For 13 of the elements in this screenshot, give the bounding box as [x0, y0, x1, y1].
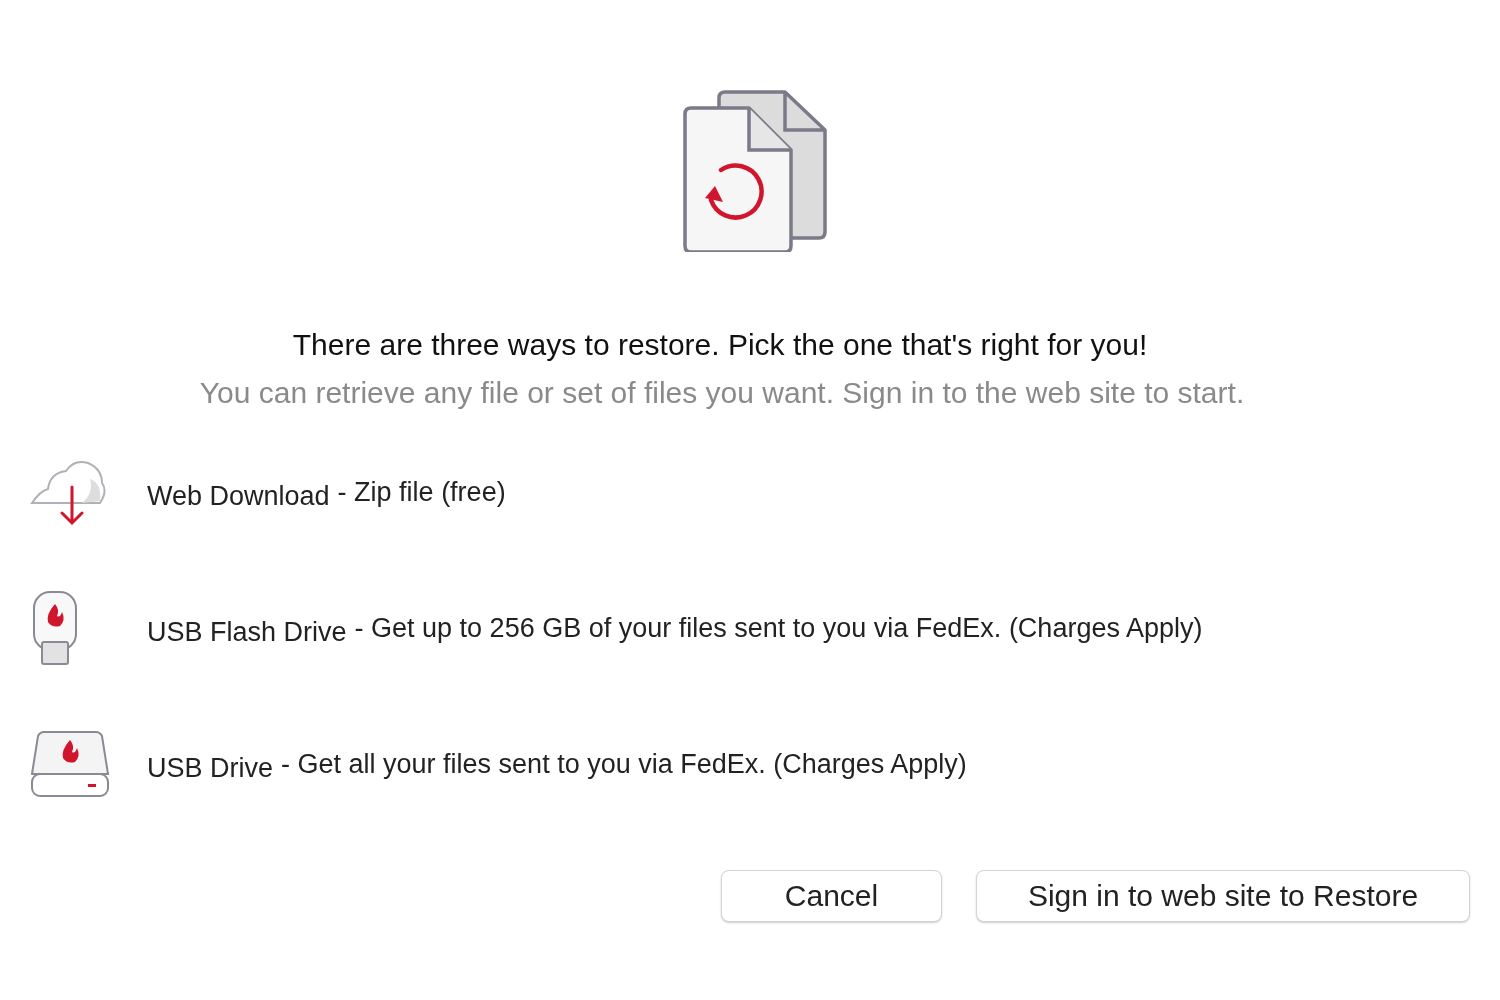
- option-name: USB Drive: [147, 752, 274, 784]
- option-name: USB Flash Drive: [147, 616, 347, 648]
- subheading-text: You can retrieve any file or set of files you want. Sign in to the web site to start.: [198, 376, 1246, 410]
- sign-in-button[interactable]: Sign in to web site to Restore: [976, 870, 1470, 922]
- option-name: Web Download: [147, 480, 330, 512]
- option-description: - Zip file (free): [337, 476, 506, 508]
- option-description: - Get up to 256 GB of your files sent to you via FedEx. (Charges Apply): [354, 612, 1203, 644]
- option-description: - Get all your files sent to you via FedEx. (Charges Apply): [281, 748, 967, 780]
- documents-restore-icon: [683, 88, 829, 252]
- hard-drive-icon: [30, 730, 110, 798]
- cancel-button[interactable]: Cancel: [721, 870, 942, 922]
- heading-text: There are three ways to restore. Pick the one that's right for you!: [291, 328, 1149, 362]
- flash-drive-icon: [30, 590, 80, 666]
